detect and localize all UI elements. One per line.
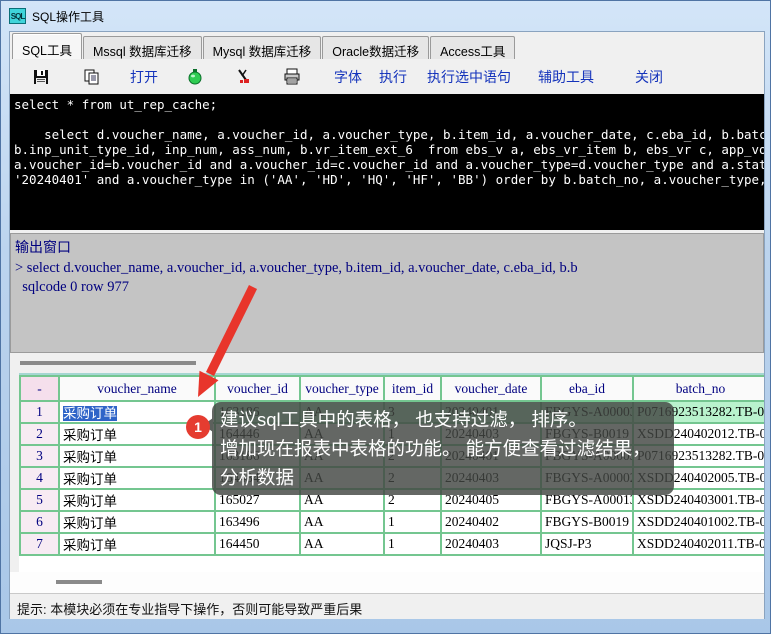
voucher-name-cell[interactable]: 采购订单	[59, 511, 215, 533]
row-number-cell[interactable]: 1	[20, 401, 59, 423]
print-button[interactable]	[283, 68, 301, 85]
sql-editor-line	[14, 112, 764, 127]
row-number-cell[interactable]: 7	[20, 533, 59, 555]
tab[interactable]: Access工具	[430, 36, 515, 59]
output-hscrollbar-thumb[interactable]	[20, 361, 196, 365]
row-number-cell[interactable]: 2	[20, 423, 59, 445]
tooltip-line: 分析数据	[220, 463, 666, 492]
flask-icon	[187, 68, 203, 85]
cut-button[interactable]	[235, 68, 252, 85]
statusbar: 提示: 本模块必须在专业指导下操作，否则可能导致严重后果	[10, 593, 764, 618]
tooltip-line: 建议sql工具中的表格， 也支持过滤， 排序。	[220, 405, 666, 434]
window-title: SQL操作工具	[32, 8, 104, 25]
open-button-label: 打开	[130, 67, 158, 87]
run-selected-button[interactable]: 执行选中语句	[427, 67, 511, 87]
print-icon	[283, 68, 301, 85]
output-line: > select d.voucher_name, a.voucher_id, a…	[15, 259, 763, 278]
save-icon	[32, 68, 50, 86]
grid-header-cell: eba_id	[541, 376, 633, 401]
annotation-arrow-icon	[186, 281, 266, 406]
voucher-date-cell[interactable]: 20240402	[441, 511, 541, 533]
output-window-title: 输出窗口	[15, 237, 763, 257]
sql-editor-line: select d.voucher_name, a.voucher_id, a.v…	[14, 127, 764, 142]
sql-editor-line: '20240401' and a.voucher_type in ('AA', …	[14, 172, 764, 187]
voucher-id-cell[interactable]: 164450	[215, 533, 300, 555]
eba-id-cell[interactable]: FBGYS-B0019	[541, 511, 633, 533]
close-button[interactable]: 关闭	[635, 67, 663, 87]
content-area: SQL工具 Mssql 数据库迁移 Mysql 数据库迁移 Oracle数据迁移…	[9, 31, 765, 619]
close-button-label: 关闭	[635, 67, 663, 87]
batch-no-cell[interactable]: XSDD240401002.TB-01	[633, 511, 764, 533]
app-window: SQL SQL操作工具 SQL工具 Mssql 数据库迁移 Mysql 数据库迁…	[0, 0, 771, 634]
cut-icon	[235, 68, 252, 85]
row-number-cell[interactable]: 3	[20, 445, 59, 467]
copy-button[interactable]	[83, 68, 100, 85]
run-button-label: 执行	[379, 67, 407, 87]
toolbar: 打开 字体 执行	[10, 59, 764, 94]
run-selected-button-label: 执行选中语句	[427, 67, 511, 87]
grid-header-cell: voucher_type	[300, 376, 384, 401]
output-hscrollbar	[10, 353, 764, 373]
grid-header-row: -voucher_namevoucher_idvoucher_typeitem_…	[20, 376, 764, 401]
output-line: sqlcode 0 row 977	[15, 278, 763, 297]
row-number-cell[interactable]: 6	[20, 511, 59, 533]
voucher-name-cell[interactable]: 采购订单	[59, 467, 215, 489]
tabbar: SQL工具 Mssql 数据库迁移 Mysql 数据库迁移 Oracle数据迁移…	[10, 32, 764, 59]
tab[interactable]: Oracle数据迁移	[322, 36, 429, 59]
save-button[interactable]	[32, 68, 50, 86]
annotation-tooltip: 建议sql工具中的表格， 也支持过滤， 排序。增加现在报表中表格的功能。 能方便…	[212, 402, 674, 495]
sql-editor-line: select * from ut_rep_cache;	[14, 97, 764, 112]
tab[interactable]: SQL工具	[12, 33, 82, 59]
font-button-label: 字体	[334, 67, 362, 87]
app-icon: SQL	[9, 8, 26, 24]
grid-hscrollbar	[10, 572, 764, 593]
voucher-date-cell[interactable]: 20240403	[441, 533, 541, 555]
tab[interactable]: Mysql 数据库迁移	[203, 36, 322, 59]
grid-header-cell: voucher_date	[441, 376, 541, 401]
sql-editor[interactable]: select * from ut_rep_cache; select d.vou…	[10, 94, 764, 230]
open-button[interactable]: 打开	[130, 67, 158, 87]
table-row[interactable]: 6 采购订单 163496 AA 1 20240402 FBGYS-B0019 …	[20, 511, 764, 533]
aux-tools-button-label: 辅助工具	[538, 67, 594, 87]
grid-header-cell: batch_no	[633, 376, 764, 401]
item-id-cell[interactable]: 1	[384, 533, 441, 555]
tooltip-line: 增加现在报表中表格的功能。 能方便查看过滤结果，	[220, 434, 666, 463]
sql-editor-line: a.voucher_id=b.voucher_id and a.voucher_…	[14, 157, 764, 172]
run-button[interactable]: 执行	[379, 67, 407, 87]
voucher-name-cell[interactable]: 采购订单	[59, 445, 215, 467]
copy-icon	[83, 68, 100, 85]
voucher-name-cell[interactable]: 采购订单	[59, 489, 215, 511]
grid-header-cell: -	[20, 376, 59, 401]
flask-button[interactable]	[187, 68, 203, 85]
font-button[interactable]: 字体	[334, 67, 362, 87]
tab[interactable]: Mssql 数据库迁移	[83, 36, 202, 59]
row-number-cell[interactable]: 5	[20, 489, 59, 511]
grid-hscrollbar-thumb[interactable]	[56, 580, 102, 584]
annotation-badge: 1	[186, 415, 210, 439]
titlebar: SQL SQL操作工具	[1, 1, 770, 31]
aux-tools-button[interactable]: 辅助工具	[538, 67, 594, 87]
row-number-cell[interactable]: 4	[20, 467, 59, 489]
item-id-cell[interactable]: 1	[384, 511, 441, 533]
voucher-id-cell[interactable]: 163496	[215, 511, 300, 533]
sql-editor-line: b.inp_unit_type_id, inp_num, ass_num, b.…	[14, 142, 764, 157]
voucher-name-cell[interactable]: 采购订单	[59, 533, 215, 555]
grid-header-cell: item_id	[384, 376, 441, 401]
voucher-type-cell[interactable]: AA	[300, 511, 384, 533]
batch-no-cell[interactable]: XSDD240402011.TB-01	[633, 533, 764, 555]
eba-id-cell[interactable]: JQSJ-P3	[541, 533, 633, 555]
voucher-type-cell[interactable]: AA	[300, 533, 384, 555]
table-row[interactable]: 7 采购订单 164450 AA 1 20240403 JQSJ-P3 XSDD…	[20, 533, 764, 555]
output-window[interactable]: 输出窗口 > select d.voucher_name, a.voucher_…	[10, 233, 764, 353]
status-text: 提示: 本模块必须在专业指导下操作，否则可能导致严重后果	[17, 602, 362, 617]
